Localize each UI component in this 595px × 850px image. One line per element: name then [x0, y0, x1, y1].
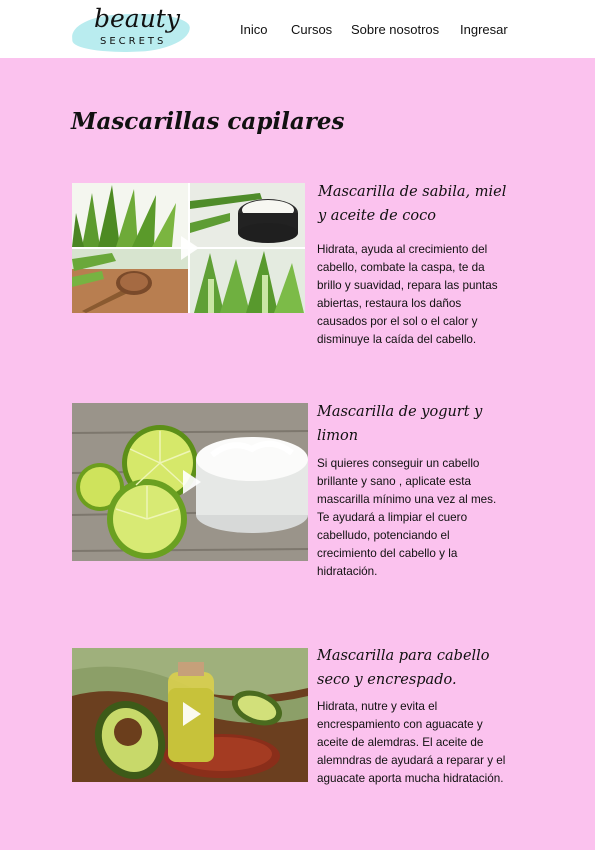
play-icon[interactable] [183, 470, 201, 494]
site-header: beauty SECRETS Inico Cursos Sobre nosotr… [0, 0, 595, 58]
card-description: Hidrata, nutre y evita el encrespamiento… [317, 700, 506, 785]
aloe-leaves-image [72, 183, 188, 247]
video-thumbnail-yogurt-limon[interactable] [72, 403, 308, 561]
nav-item-ingresar[interactable]: Ingresar [460, 22, 508, 37]
video-thumbnail-sabila[interactable] [72, 183, 305, 313]
card-description: Si quieres conseguir un cabello brillant… [317, 457, 497, 578]
main-nav: Inico Cursos Sobre nosotros Ingresar [0, 22, 595, 42]
page-title: Mascarillas capilares [71, 108, 345, 135]
aloe-slices-image [190, 249, 305, 313]
nav-item-cursos[interactable]: Cursos [291, 22, 332, 37]
gel-bowl-image [190, 183, 305, 247]
card-title: Mascarilla para cabello seco y encrespad… [317, 648, 490, 688]
main-content: Mascarillas capilares Mascarilla de sabi… [0, 58, 595, 850]
card-title: Mascarilla de sabila, miel y aceite de c… [318, 184, 507, 224]
honey-spoon-image [72, 249, 188, 313]
video-thumbnail-aguacate[interactable] [72, 648, 308, 782]
play-icon[interactable] [183, 702, 201, 726]
nav-item-inico[interactable]: Inico [240, 22, 267, 37]
nav-item-sobre-nosotros[interactable]: Sobre nosotros [351, 22, 439, 37]
card-title: Mascarilla de yogurt y limon [317, 404, 483, 444]
card-description: Hidrata, ayuda al crecimiento del cabell… [317, 243, 498, 346]
play-icon[interactable] [181, 236, 199, 260]
